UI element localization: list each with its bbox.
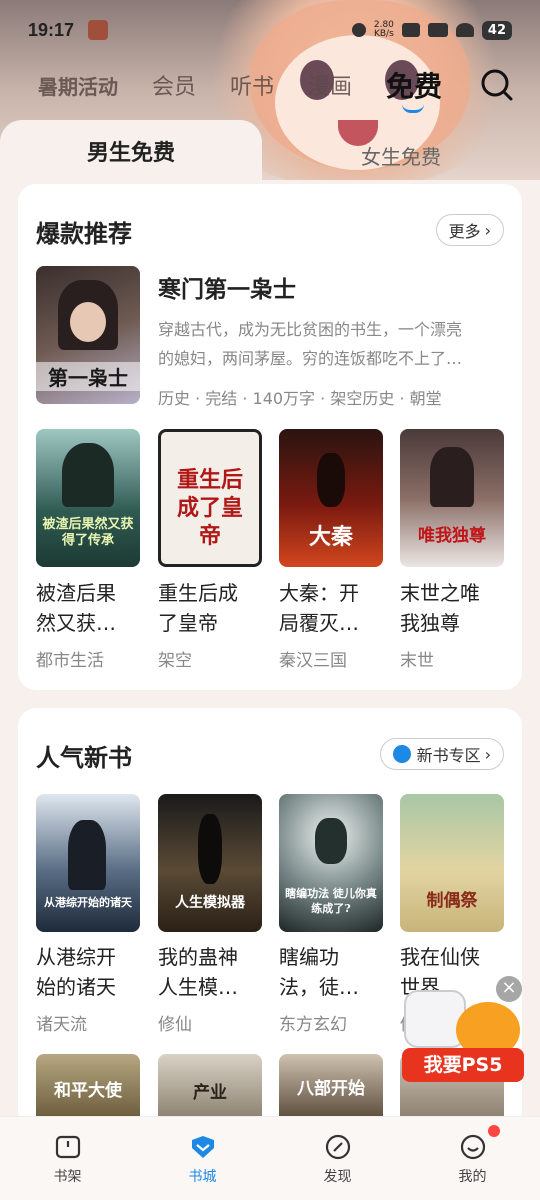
- chevron-right-icon: ›: [484, 744, 491, 764]
- tab-bookshelf[interactable]: 书架: [0, 1117, 135, 1200]
- section-title: 人气新书: [36, 744, 132, 772]
- tab-member[interactable]: 会员: [152, 69, 196, 101]
- book-cover[interactable]: 瞎编功法 徒儿你真练成了?: [279, 794, 383, 932]
- book-cover[interactable]: 从港综开始的诸天: [36, 794, 140, 932]
- bookstore-icon: [191, 1135, 214, 1158]
- tab-bookstore[interactable]: 书城: [135, 1117, 270, 1200]
- close-icon[interactable]: ×: [496, 976, 522, 1002]
- book-cover[interactable]: 被渣后果然又获得了传承: [36, 429, 140, 567]
- tab-label: 我的: [458, 1168, 487, 1185]
- ps5-promo-label: 我要PS5: [402, 1048, 524, 1082]
- book-cover[interactable]: 唯我独尊: [400, 429, 504, 567]
- notification-app-icon: [88, 20, 109, 40]
- book-cover[interactable]: 人生模拟器: [158, 794, 262, 932]
- section-title: 爆款推荐: [36, 220, 132, 248]
- bookshelf-icon: [55, 1135, 80, 1158]
- profile-icon: [460, 1134, 485, 1159]
- tab-male-free[interactable]: 男生免费: [0, 120, 262, 182]
- wifi-icon: [455, 23, 474, 37]
- book-category: 东方玄幻: [279, 1015, 347, 1035]
- status-time: 19:17: [28, 19, 75, 40]
- alarm-icon: [351, 23, 366, 37]
- search-icon[interactable]: [480, 68, 514, 102]
- new-books-zone-label: 新书专区: [416, 746, 481, 765]
- book-category: 秦汉三国: [279, 651, 347, 671]
- featured-book-desc-2: 的媳妇，两间茅屋。穷的连饭都吃不上了…: [158, 349, 463, 368]
- tab-comic[interactable]: 漫画: [308, 69, 352, 101]
- book-title[interactable]: 被渣后果 然又获…: [36, 578, 146, 638]
- featured-book-cover[interactable]: 第一枭士: [36, 266, 140, 404]
- bottom-tab-bar: 书架 书城 发现 我的: [0, 1116, 540, 1200]
- book-category: 架空: [158, 651, 192, 671]
- tab-discover[interactable]: 发现: [270, 1117, 405, 1200]
- book-cover[interactable]: 重生后成了皇帝: [158, 429, 262, 567]
- tab-audiobook[interactable]: 听书: [230, 69, 274, 101]
- tab-label: 书架: [53, 1168, 82, 1185]
- tab-label: 发现: [323, 1168, 352, 1185]
- controller-icon: [404, 990, 466, 1048]
- more-label: 更多: [448, 222, 481, 241]
- tab-label: 书城: [188, 1168, 217, 1185]
- net-speed: 2.80 KB/s: [373, 20, 394, 39]
- featured-book-meta: 历史 · 完结 · 140万字 · 架空历史 · 朝堂: [158, 389, 442, 408]
- status-bar: 19:17 2.80 KB/s 42: [0, 0, 540, 60]
- book-title[interactable]: 末世之唯 我独尊: [400, 578, 510, 638]
- tab-female-free[interactable]: 女生免费: [262, 130, 540, 180]
- featured-book-desc-1: 穿越古代，成为无比贫困的书生，一个漂亮: [158, 320, 463, 339]
- tab-free[interactable]: 免费: [386, 65, 442, 113]
- book-title[interactable]: 我的蛊神 人生模…: [158, 942, 268, 1002]
- book-title[interactable]: 大秦：开 局覆灭…: [279, 578, 389, 638]
- hd-icon: [401, 23, 420, 37]
- tab-profile[interactable]: 我的: [405, 1117, 540, 1200]
- book-title[interactable]: 瞎编功 法，徒…: [279, 942, 389, 1002]
- signal-icon: [427, 23, 448, 37]
- book-zone-icon: [392, 745, 411, 763]
- book-cover[interactable]: 和平大使: [36, 1054, 140, 1120]
- featured-book-title[interactable]: 寒门第一枭士: [158, 270, 296, 304]
- chevron-right-icon: ›: [484, 220, 491, 240]
- book-title[interactable]: 从港综开 始的诸天: [36, 942, 146, 1002]
- book-cover[interactable]: 制偶祭: [400, 794, 504, 932]
- book-category: 修仙: [158, 1015, 192, 1035]
- new-books-zone-button[interactable]: 新书专区 ›: [379, 738, 504, 770]
- battery-level: 42: [481, 20, 512, 40]
- book-title[interactable]: 重生后成 了皇帝: [158, 578, 268, 638]
- tab-summer-event[interactable]: 暑期活动: [38, 71, 118, 100]
- book-cover[interactable]: 大秦: [279, 429, 383, 567]
- hot-recommend-card: 爆款推荐 更多 › 第一枭士 寒门第一枭士 穿越古代，成为无比贫困的书生，一个漂…: [18, 184, 522, 690]
- gender-tabs: 男生免费 女生免费: [0, 118, 540, 182]
- book-cover[interactable]: 八部开始: [279, 1054, 383, 1120]
- notification-badge: [488, 1125, 500, 1137]
- book-category: 都市生活: [36, 651, 104, 671]
- top-nav: 暑期活动 会员 听书 漫画 免费: [0, 62, 540, 113]
- book-category: 诸天流: [36, 1015, 87, 1035]
- book-cover[interactable]: 产业: [158, 1054, 262, 1120]
- compass-icon: [325, 1134, 350, 1159]
- book-category: 末世: [400, 651, 434, 671]
- more-button[interactable]: 更多 ›: [435, 214, 504, 246]
